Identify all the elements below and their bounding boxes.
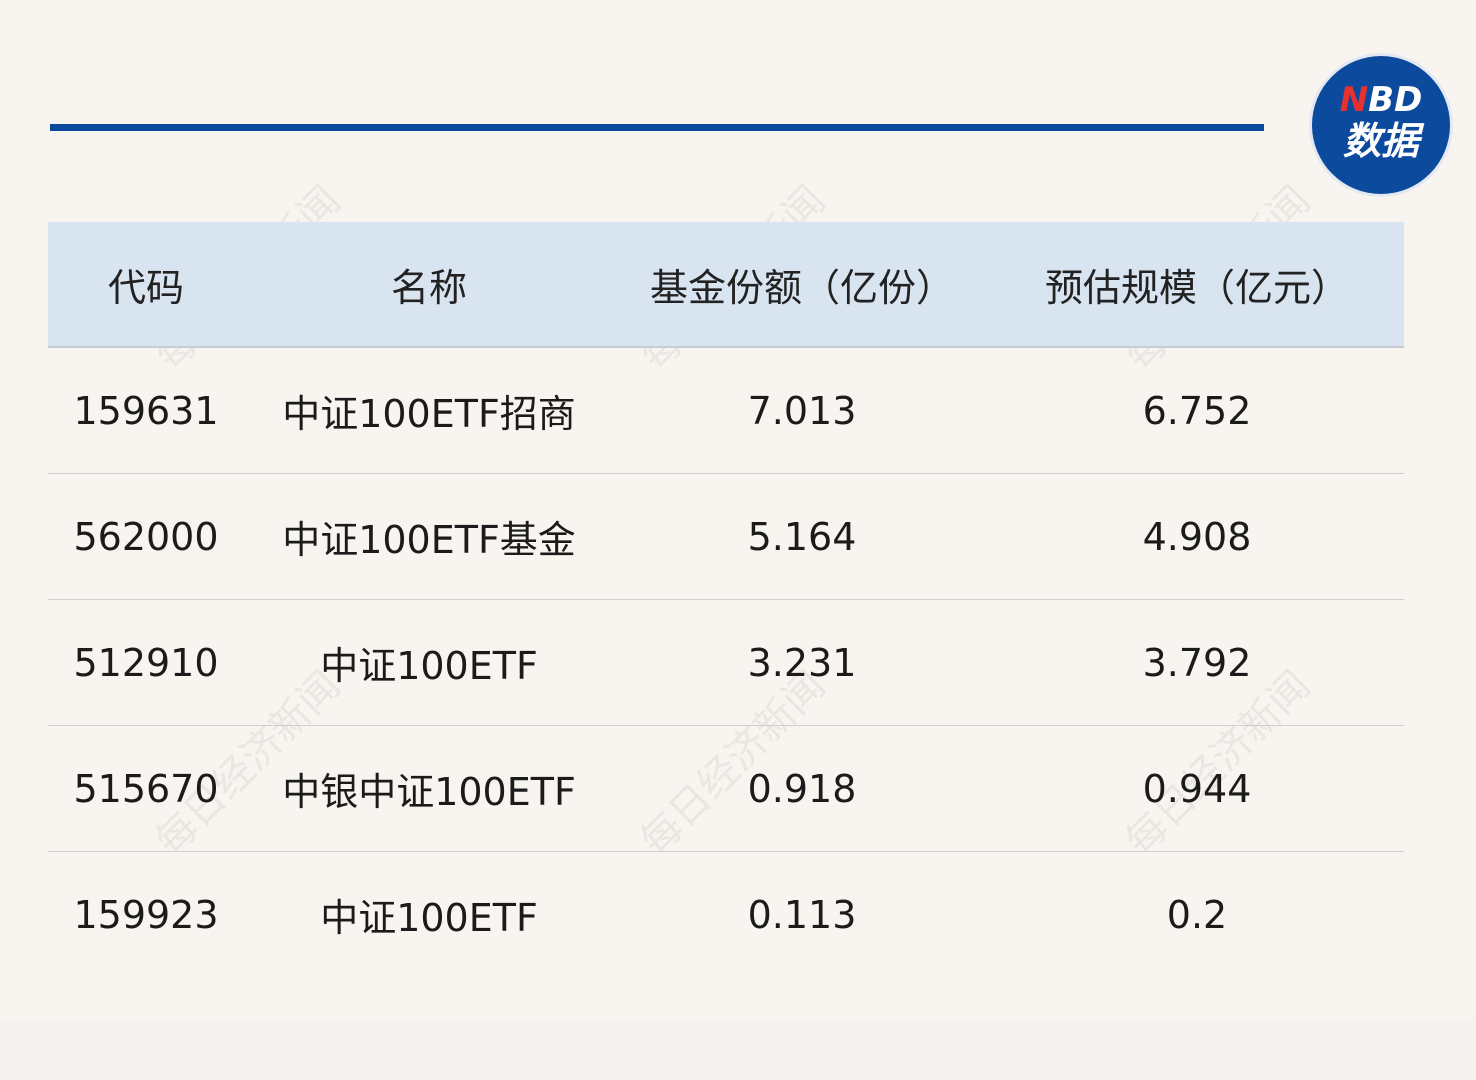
cell-share: 7.013 [747, 388, 857, 433]
table-row: 512910 中证100ETF 3.231 3.792 [48, 600, 1404, 726]
cell-share: 0.113 [747, 892, 857, 937]
cell-name: 中证100ETF基金 [282, 518, 576, 562]
cell-scale: 6.752 [1142, 388, 1252, 433]
header-fund-share: 基金份额（亿份） [649, 265, 954, 310]
nbd-logo: NBD 数据 [1312, 56, 1450, 194]
cell-name: 中银中证100ETF [282, 770, 576, 814]
logo-subtitle: 数据 [1342, 119, 1419, 163]
cell-scale: 0.2 [1166, 892, 1228, 937]
cell-scale: 3.792 [1142, 640, 1252, 685]
logo-wordmark: NBD [1339, 80, 1423, 120]
table-header: 代码 名称 基金份额（亿份） 预估规模（亿元） [48, 222, 1404, 348]
cell-code: 512910 [73, 640, 219, 685]
cell-name: 中证100ETF [320, 644, 538, 688]
cell-name: 中证100ETF招商 [282, 392, 576, 436]
bottom-strip [0, 1020, 1476, 1080]
table-row: 159631 中证100ETF招商 7.013 6.752 [48, 348, 1404, 474]
cell-share: 3.231 [747, 640, 857, 685]
table-row: 515670 中银中证100ETF 0.918 0.944 [48, 726, 1404, 852]
cell-name: 中证100ETF [320, 896, 538, 940]
cell-code: 159631 [73, 388, 219, 433]
cell-scale: 4.908 [1142, 514, 1252, 559]
top-rule [50, 124, 1264, 131]
header-code: 代码 [107, 265, 184, 310]
header-estimated-scale: 预估规模（亿元） [1044, 265, 1349, 310]
cell-code: 159923 [73, 892, 219, 937]
table-row: 562000 中证100ETF基金 5.164 4.908 [48, 474, 1404, 600]
header-name: 名称 [390, 265, 467, 310]
etf-table: 代码 名称 基金份额（亿份） 预估规模（亿元） 159631 中证100ETF招… [48, 222, 1404, 977]
cell-share: 5.164 [747, 514, 857, 559]
cell-code: 515670 [73, 766, 219, 811]
cell-share: 0.918 [747, 766, 857, 811]
cell-code: 562000 [73, 514, 219, 559]
table-row: 159923 中证100ETF 0.113 0.2 [48, 852, 1404, 977]
cell-scale: 0.944 [1142, 766, 1252, 811]
